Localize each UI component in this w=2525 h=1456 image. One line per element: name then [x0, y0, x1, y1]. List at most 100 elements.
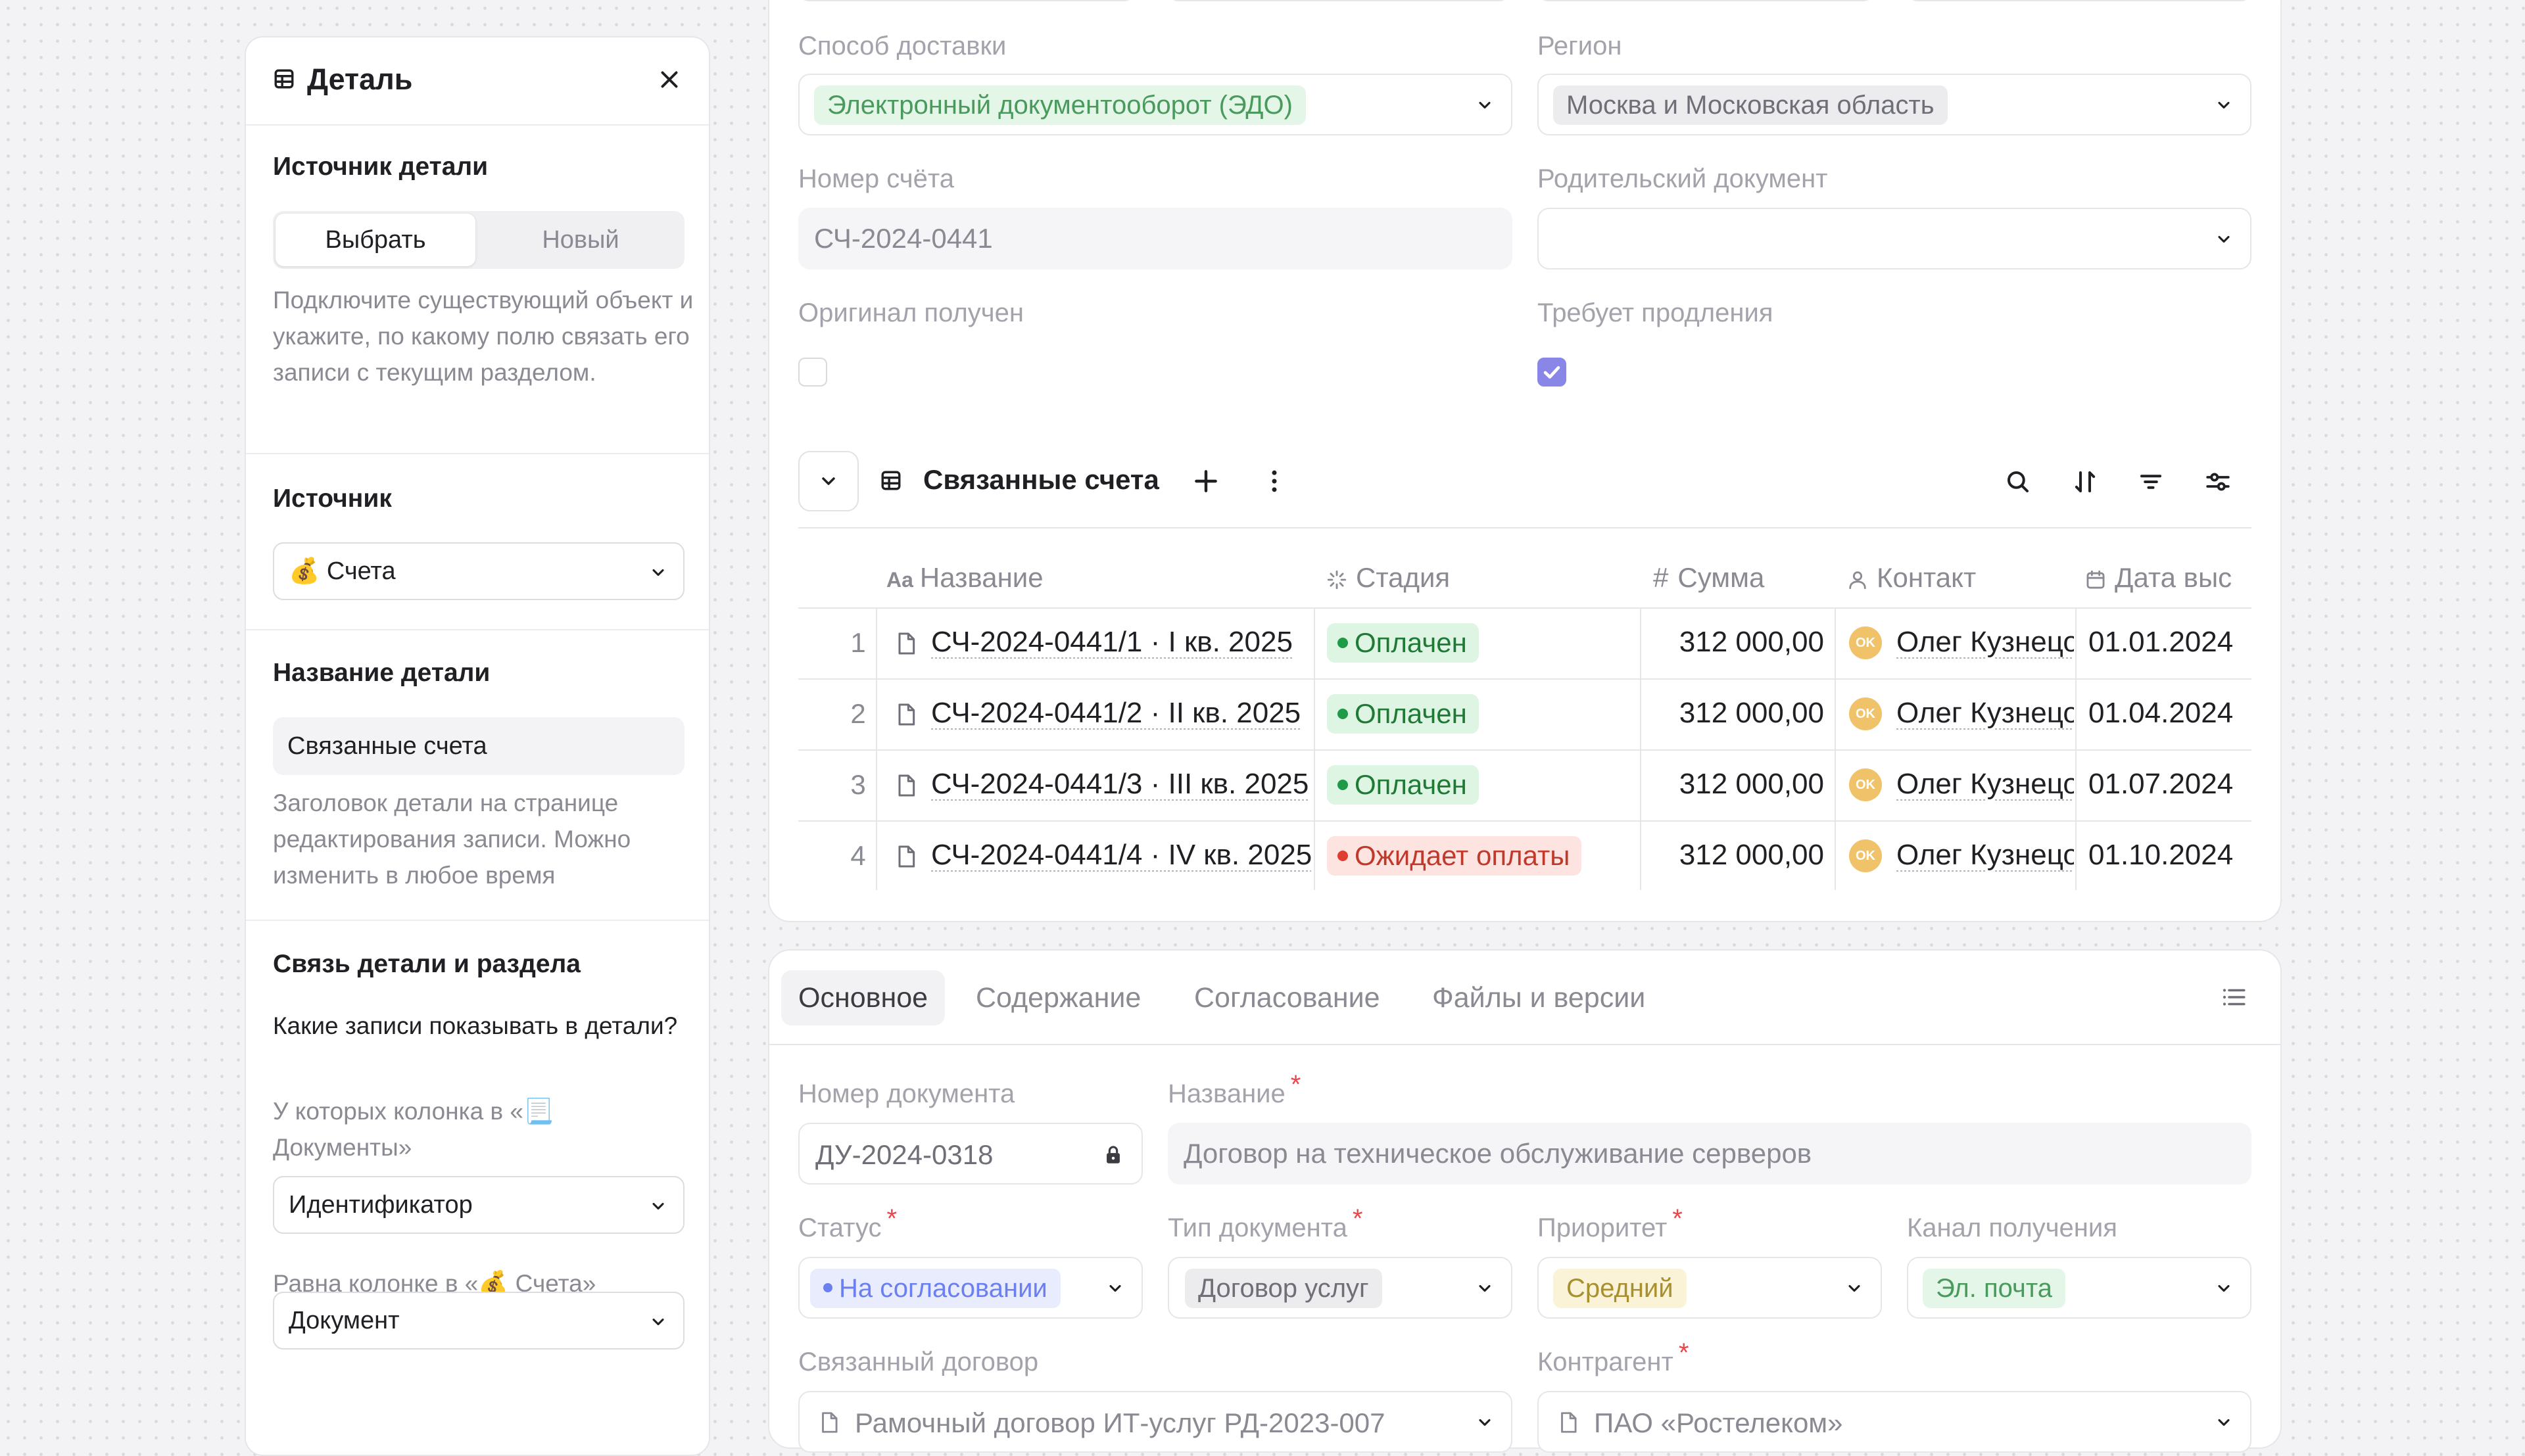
delivery-value: Электронный документооборот (ЭДО) [814, 85, 1306, 125]
row-name-link[interactable]: СЧ-2024-0441/3 · III кв. 2025 [931, 768, 1309, 801]
link-label: Связь детали и раздела [273, 950, 581, 978]
row-date: 01.01.2024 [2088, 626, 2234, 658]
table-icon [880, 469, 902, 492]
detail-table-title: Связанные счета [923, 464, 1159, 495]
row-name-link[interactable]: СЧ-2024-0441/4 · IV кв. 2025 [931, 839, 1311, 872]
doc-number-field: ДУ-2024-0318 [798, 1123, 1143, 1185]
name-field[interactable]: Договор на техническое обслуживание серв… [1168, 1123, 2251, 1185]
needs-extension-checkbox[interactable] [1537, 358, 1566, 387]
panel-header: Деталь [246, 37, 709, 126]
avatar: OK [1849, 839, 1882, 872]
source-select[interactable]: 💰 Счета [273, 542, 685, 600]
add-icon[interactable] [1191, 467, 1220, 496]
status-select[interactable]: На согласовании [798, 1257, 1143, 1319]
chevron-down-icon [822, 477, 835, 485]
source-label: Источник [273, 484, 392, 513]
chevron-down-icon [1476, 96, 1494, 114]
channel-select[interactable]: Эл. почта [1907, 1257, 2251, 1319]
invoice-number-field[interactable]: СЧ-2024-0441 [798, 208, 1512, 270]
chevron-down-icon [2215, 1413, 2233, 1432]
row-date: 01.07.2024 [2088, 768, 2234, 800]
tab-main[interactable]: Основное [781, 970, 946, 1025]
row-sum: 312 000,00 [1679, 768, 1824, 800]
row-contact-link[interactable]: Олег Кузнецов [1896, 697, 2074, 730]
region-value: Москва и Московская область [1553, 85, 1948, 125]
row-date: 01.04.2024 [2088, 697, 2234, 729]
required-mark: * [1672, 1204, 1683, 1233]
field-stub [1537, 0, 1874, 1]
lock-icon [1102, 1144, 1124, 1166]
linked-contract-label: Связанный договор [798, 1348, 1039, 1376]
doc-type-value: Договор услуг [1185, 1269, 1382, 1308]
detail-name-input[interactable]: Связанные счета [273, 717, 685, 775]
avatar: OK [1849, 768, 1882, 801]
document-icon [893, 843, 919, 870]
row-name-link[interactable]: СЧ-2024-0441/2 · II кв. 2025 [931, 697, 1301, 730]
text-type-icon: Aa [886, 568, 913, 592]
column-header-stage[interactable]: Стадия [1326, 560, 1450, 596]
column-header-contact[interactable]: Контакт [1846, 560, 1976, 596]
doc-type-label: Тип документа * [1168, 1204, 1363, 1242]
filter-icon[interactable] [2137, 468, 2165, 496]
chevron-down-icon [1845, 1279, 1864, 1298]
row-name-link[interactable]: СЧ-2024-0441/1 · I кв. 2025 [931, 626, 1293, 659]
status-badge: Ожидает оплаты [1327, 836, 1582, 876]
list-icon[interactable] [2220, 983, 2248, 1011]
source-select-value: 💰 Счета [289, 557, 396, 585]
column-header-name[interactable]: Aa Название [886, 560, 1044, 596]
tab-files[interactable]: Файлы и версии [1415, 970, 1662, 1025]
counterparty-value: ПАО «Ростелеком» [1594, 1407, 1843, 1438]
parent-doc-label: Родительский документ [1537, 164, 1828, 193]
chevron-down-icon [649, 1313, 667, 1331]
source-mode-select-option[interactable]: Выбрать [276, 214, 475, 266]
doc-type-select[interactable]: Договор услуг [1168, 1257, 1512, 1319]
row-contact-link[interactable]: Олег Кузнецов [1896, 626, 2074, 659]
source-mode-toggle: Выбрать Новый [273, 211, 685, 269]
close-icon[interactable] [658, 68, 681, 91]
tab-content[interactable]: Содержание [959, 970, 1158, 1025]
link-column-label: У которых колонка в «📃 Документы» [273, 1098, 554, 1161]
original-received-checkbox[interactable] [798, 358, 827, 387]
detail-name-value: Связанные счета [287, 732, 487, 760]
name-label: Название детали [273, 659, 491, 687]
detail-name-help: Заголовок детали на странице редактирова… [273, 789, 631, 889]
invoice-number-label: Номер счёта [798, 164, 954, 193]
required-mark: * [1352, 1204, 1363, 1233]
link-column-select[interactable]: Идентификатор [273, 1176, 685, 1234]
document-icon [817, 1409, 842, 1436]
chevron-down-icon [2215, 230, 2233, 248]
link-question: Какие записи показывать в детали? [273, 1012, 678, 1039]
search-icon[interactable] [2004, 468, 2032, 496]
column-header-date[interactable]: Дата выс [2084, 560, 2251, 596]
counterparty-select[interactable]: ПАО «Ростелеком» [1537, 1391, 2251, 1453]
doc-number-label: Номер документа [798, 1079, 1015, 1108]
region-select[interactable]: Москва и Московская область [1537, 74, 2251, 135]
source-mode-new-option[interactable]: Новый [479, 214, 682, 266]
status-badge: Оплачен [1327, 694, 1479, 734]
priority-select[interactable]: Средний [1537, 1257, 1882, 1319]
document-icon [893, 772, 919, 799]
linked-contract-select[interactable]: Рамочный договор ИТ-услуг РД-2023-007 [798, 1391, 1512, 1453]
counterparty-label: Контрагент * [1537, 1338, 1689, 1376]
row-contact-link[interactable]: Олег Кузнецов [1896, 768, 2074, 801]
doc-number-value: ДУ-2024-0318 [815, 1139, 994, 1170]
name-value: Договор на техническое обслуживание серв… [1184, 1138, 1812, 1169]
more-vertical-icon[interactable] [1260, 467, 1289, 496]
row-contact-link[interactable]: Олег Кузнецов [1896, 839, 2074, 872]
original-received-label: Оригинал получен [798, 298, 1024, 327]
channel-value: Эл. почта [1923, 1269, 2065, 1308]
collapse-button[interactable] [798, 451, 859, 511]
document-icon [893, 701, 919, 728]
tab-approval[interactable]: Согласование [1177, 970, 1397, 1025]
field-stub [1907, 0, 2251, 1]
delivery-select[interactable]: Электронный документооборот (ЭДО) [798, 74, 1512, 135]
link-equals-select[interactable]: Документ [273, 1292, 685, 1350]
settings-sliders-icon[interactable] [2204, 468, 2232, 496]
row-sum: 312 000,00 [1679, 626, 1824, 658]
chevron-down-icon [2215, 1279, 2233, 1298]
invoice-number-value: СЧ-2024-0441 [814, 223, 993, 254]
chevron-down-icon [2215, 96, 2233, 114]
parent-doc-select[interactable] [1537, 208, 2251, 270]
sort-icon[interactable] [2071, 468, 2099, 496]
column-header-sum[interactable]: # Сумма [1653, 560, 1764, 596]
